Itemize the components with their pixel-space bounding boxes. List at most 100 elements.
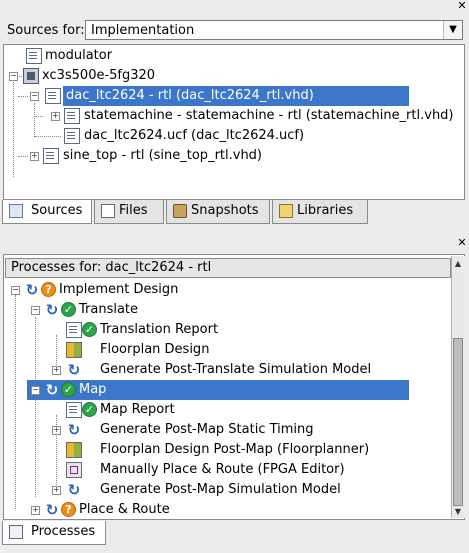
vhdl-file-icon [64,108,80,124]
processes-tree[interactable]: Processes for: dac_ltc2624 - rtl − ↻ ? I… [3,254,465,520]
tab-label: Libraries [297,203,354,218]
tree-item-label: Floorplan Design Post-Map (Floorplanner) [100,442,370,457]
sources-titlebar: ✕ [0,0,469,14]
tree-item-label: Generate Post-Translate Simulation Model [100,362,372,377]
constraints-file-icon [64,128,80,144]
tree-item-label: Place & Route [79,502,170,517]
scroll-down-icon[interactable]: ▼ [452,506,464,518]
run-icon: ↻ [45,501,59,519]
collapse-icon[interactable]: − [31,386,40,395]
tree-item-ucf[interactable]: dac_ltc2624.ucf (dac_ltc2624.ucf) [4,126,464,146]
collapse-icon[interactable]: − [31,306,40,315]
processes-for-label: Processes for: dac_ltc2624 - rtl [11,260,212,275]
tree-item-label: xc3s500e-5fg320 [42,68,156,83]
vertical-scrollbar[interactable]: ▲ ▼ [451,256,465,518]
process-map[interactable]: − ↻ ✓ Map [27,380,409,400]
processes-icon [9,525,23,539]
floorplan-icon [66,442,82,458]
vhdl-file-icon [45,88,61,104]
scroll-up-icon[interactable]: ▲ [452,258,464,270]
processes-titlebar: ✕ [0,237,469,251]
tree-item-statemachine[interactable]: + statemachine - statemachine - rtl (sta… [4,106,464,126]
tree-item-label: Translation Report [100,322,219,337]
scrollbar-thumb[interactable] [453,338,463,506]
check-icon: ✓ [61,302,76,317]
project-icon [26,48,42,64]
run-icon: ↻ [67,421,81,439]
sources-icon [9,204,23,218]
sources-for-label: Sources for: [7,23,85,38]
process-map-report[interactable]: ✓ Map Report [4,400,450,420]
check-icon: ✓ [61,382,76,397]
files-icon [101,204,115,218]
collapse-icon[interactable]: − [9,72,18,81]
expand-icon[interactable]: + [52,366,61,375]
process-post-map-sim[interactable]: + ↻ Generate Post-Map Simulation Model [4,480,450,500]
tree-item-label: dac_ltc2624 - rtl (dac_ltc2624_rtl.vhd) [63,86,409,106]
expand-icon[interactable]: + [30,152,39,161]
warning-icon: ? [61,502,76,517]
process-post-map-timing[interactable]: + ↻ Generate Post-Map Static Timing [4,420,450,440]
tree-item-label: Translate [79,302,139,317]
report-icon [66,322,82,338]
sources-header: Sources for: Implementation ▼ [3,19,465,43]
process-post-translate-sim[interactable]: + ↻ Generate Post-Translate Simulation M… [4,360,450,380]
process-translate[interactable]: − ↻ ✓ Translate [4,300,450,320]
warning-icon: ? [41,282,56,297]
tree-item-label: Generate Post-Map Static Timing [100,422,314,437]
process-translation-report[interactable]: ✓ Translation Report [4,320,450,340]
report-icon [66,402,82,418]
sources-tree[interactable]: modulator − xc3s500e-5fg320 − dac_ltc262… [3,44,465,200]
process-floorplan-post-map[interactable]: Floorplan Design Post-Map (Floorplanner) [4,440,450,460]
tree-item-label: Generate Post-Map Simulation Model [100,482,341,497]
sources-view-select[interactable]: Implementation ▼ [85,20,463,40]
process-place-route[interactable]: + ↻ ? Place & Route [4,500,450,520]
expand-icon[interactable]: + [31,506,40,515]
tree-item-label: Implement Design [59,282,179,297]
run-icon: ↻ [67,481,81,499]
tree-item-label: Map Report [100,402,175,417]
tab-label: Snapshots [191,203,259,218]
chip-icon [23,68,39,84]
expand-icon[interactable]: + [52,426,61,435]
sources-view-value: Implementation [91,23,195,38]
processes-header: Processes for: dac_ltc2624 - rtl [5,258,451,278]
run-icon: ↻ [45,301,59,319]
tab-processes[interactable]: Processes [2,521,106,545]
process-floorplan-design[interactable]: Floorplan Design [4,340,450,360]
tree-item-device[interactable]: − xc3s500e-5fg320 [4,66,464,86]
close-icon[interactable]: ✕ [457,0,467,11]
expand-icon[interactable]: + [52,486,61,495]
camera-icon [173,204,187,218]
run-icon: ↻ [25,281,39,299]
chevron-down-icon[interactable]: ▼ [443,21,462,39]
tree-item-label: modulator [45,48,113,63]
tab-label: Files [119,203,148,218]
tree-item-label: Manually Place & Route (FPGA Editor) [100,462,345,477]
run-icon: ↻ [45,381,59,399]
tab-label: Sources [31,203,83,218]
floorplan-icon [66,342,82,358]
tree-item-sine-top[interactable]: + sine_top - rtl (sine_top_rtl.vhd) [4,146,464,166]
tab-sources[interactable]: Sources [2,200,92,224]
process-fpga-editor[interactable]: Manually Place & Route (FPGA Editor) [4,460,450,480]
collapse-icon[interactable]: − [11,286,20,295]
tab-snapshots[interactable]: Snapshots [166,200,270,224]
check-icon: ✓ [82,402,97,417]
tree-item-label: sine_top - rtl (sine_top_rtl.vhd) [63,148,263,163]
tab-libraries[interactable]: Libraries [272,200,368,224]
tree-item-label: statemachine - statemachine - rtl (state… [84,108,454,123]
tree-item-label: Map [79,382,107,397]
tab-label: Processes [31,524,96,539]
process-implement-design[interactable]: − ↻ ? Implement Design [4,280,450,300]
tab-files[interactable]: Files [94,200,164,224]
fpga-editor-icon [66,462,82,478]
library-icon [279,204,293,218]
expand-icon[interactable]: + [51,112,60,121]
tree-item-dac-ltc2624[interactable]: − dac_ltc2624 - rtl (dac_ltc2624_rtl.vhd… [27,86,409,106]
tree-item-modulator[interactable]: modulator [4,46,464,66]
close-icon[interactable]: ✕ [457,237,467,248]
run-icon: ↻ [67,361,81,379]
tree-item-label: dac_ltc2624.ucf (dac_ltc2624.ucf) [84,128,305,143]
collapse-icon[interactable]: − [30,92,39,101]
